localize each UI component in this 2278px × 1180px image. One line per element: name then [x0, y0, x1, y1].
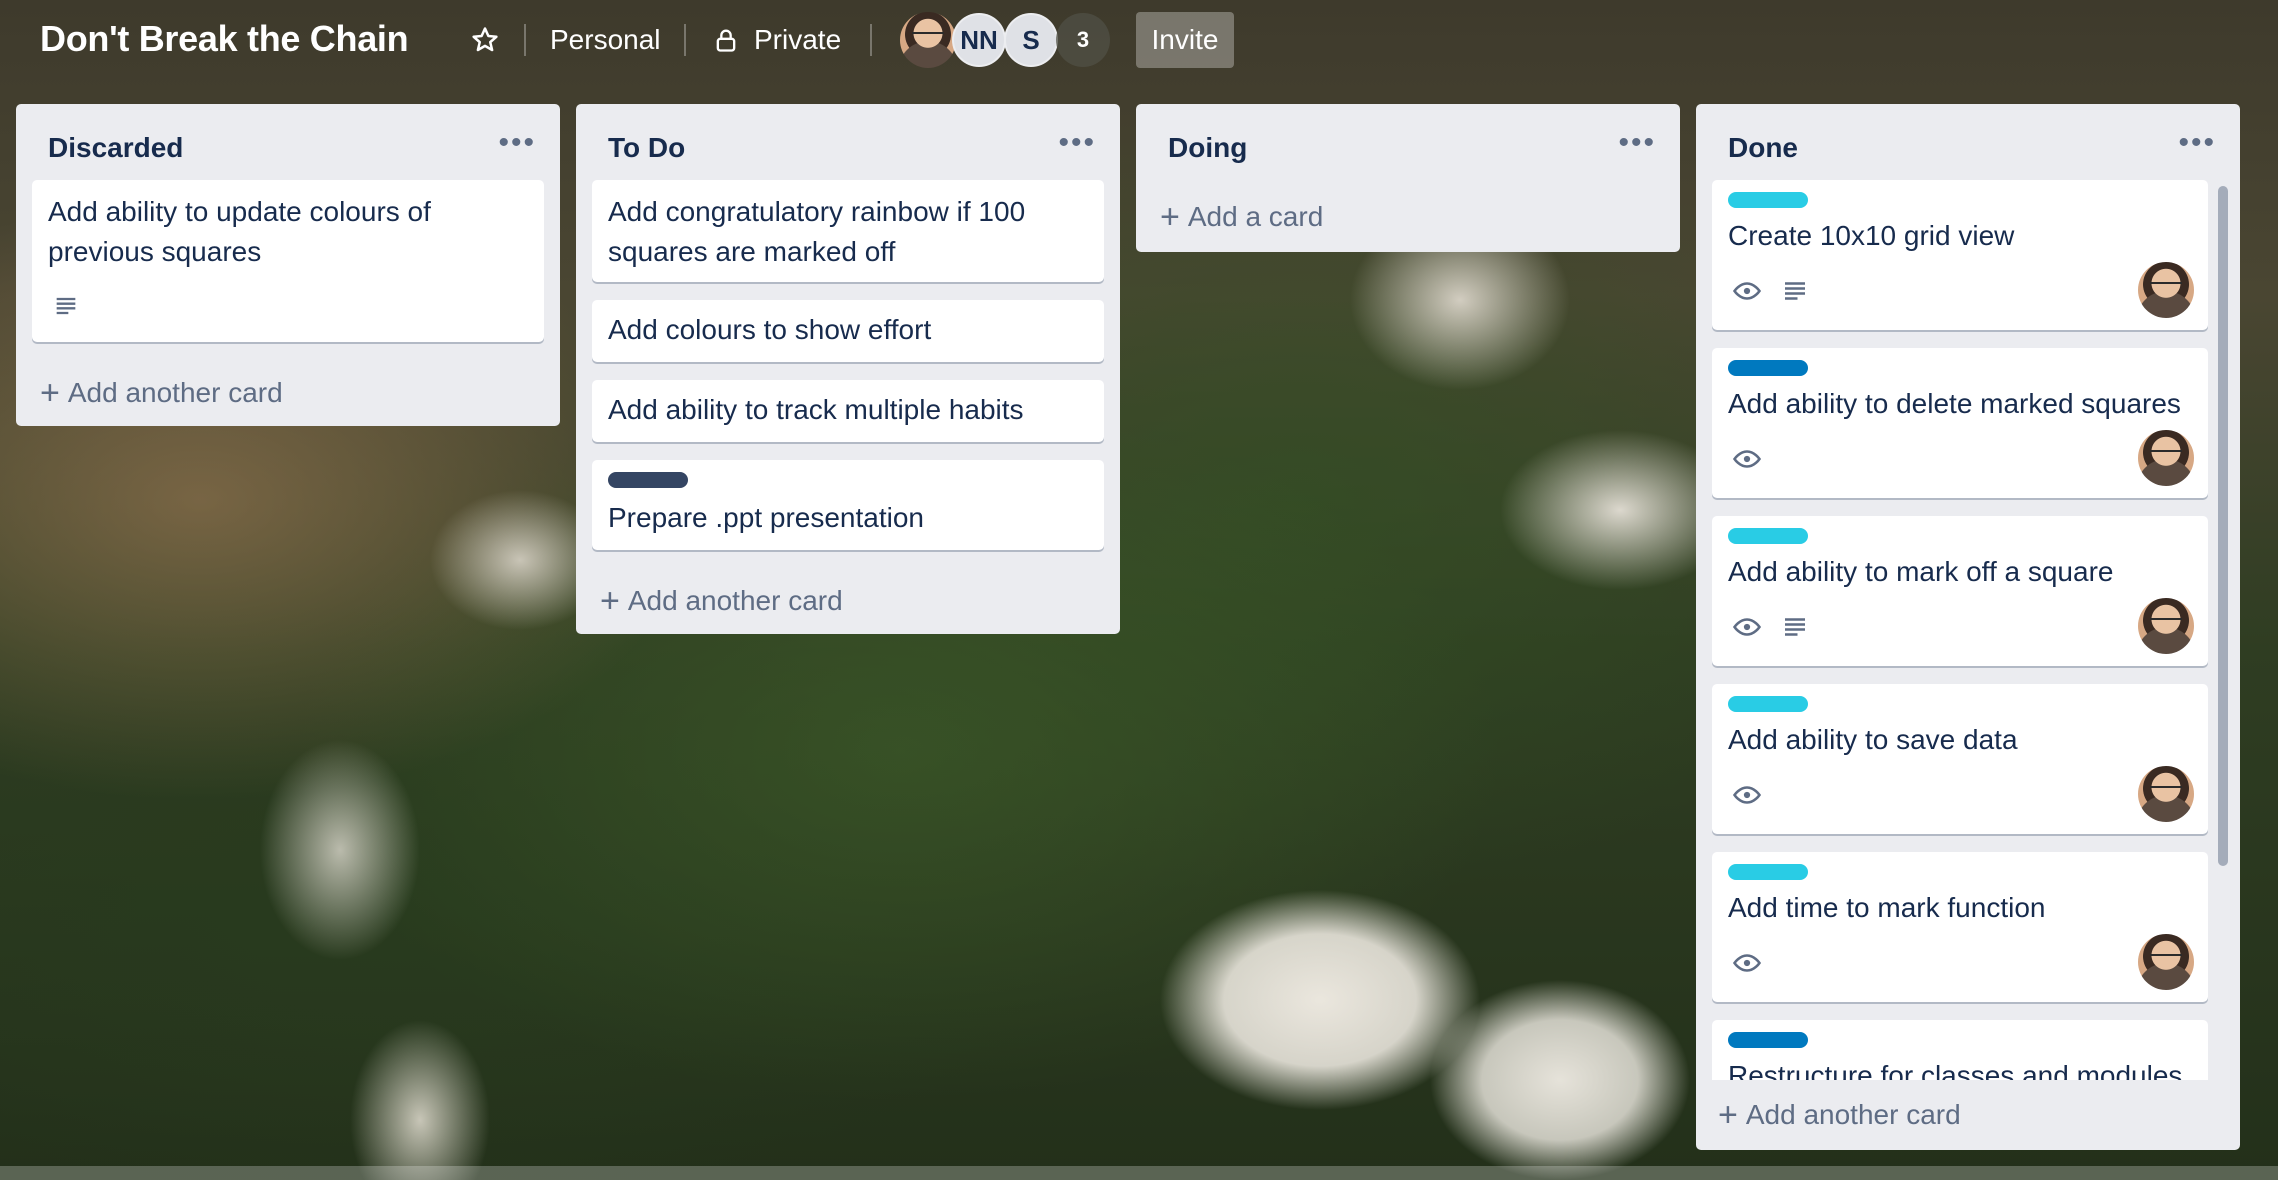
card[interactable]: Prepare .ppt presentation	[592, 460, 1104, 550]
plus-icon: +	[1160, 198, 1180, 236]
list-discarded: Discarded ••• Add ability to update colo…	[16, 104, 560, 426]
card[interactable]: Add ability to save data	[1712, 684, 2208, 834]
description-icon	[1785, 618, 1805, 636]
card-title: Add colours to show effort	[608, 314, 932, 345]
list-menu-button[interactable]: •••	[1058, 126, 1096, 160]
list-title[interactable]: To Do	[608, 132, 685, 164]
card[interactable]: Add colours to show effort	[592, 300, 1104, 362]
list-scrollbar-thumb[interactable]	[2218, 186, 2228, 866]
card-title: Create 10x10 grid view	[1728, 220, 2015, 251]
card-label[interactable]	[1728, 696, 1808, 712]
card-member-avatar[interactable]	[2138, 598, 2194, 654]
watch-icon	[1732, 618, 1762, 636]
card-label[interactable]	[1728, 864, 1808, 880]
card[interactable]: Add congratulatory rainbow if 100 square…	[592, 180, 1104, 282]
watch-icon	[1732, 786, 1762, 804]
card-label[interactable]	[1728, 360, 1808, 376]
card-title: Add ability to track multiple habits	[608, 394, 1024, 425]
card[interactable]: Restructure for classes and modules	[1712, 1020, 2208, 1080]
plus-icon: +	[600, 582, 620, 620]
card[interactable]: Add time to mark function	[1712, 852, 2208, 1002]
plus-icon: +	[1718, 1096, 1738, 1134]
list-title[interactable]: Done	[1728, 132, 1798, 164]
privacy-label: Private	[754, 24, 842, 55]
lock-icon	[716, 29, 736, 52]
team-visibility-label: Personal	[550, 24, 661, 55]
list-done: Done ••• Create 10x10 grid view Add abil…	[1696, 104, 2240, 1150]
list-title[interactable]: Discarded	[48, 132, 183, 164]
card-label[interactable]	[1728, 192, 1808, 208]
card-member-avatar[interactable]	[2138, 430, 2194, 486]
header-divider	[524, 24, 526, 56]
watch-icon	[1732, 450, 1762, 468]
team-visibility-button[interactable]: Personal	[550, 20, 661, 60]
description-icon	[1785, 282, 1805, 300]
card-title: Prepare .ppt presentation	[608, 502, 924, 533]
add-card-button[interactable]: + Add a card	[1160, 198, 1323, 237]
add-card-button[interactable]: + Add another card	[600, 582, 843, 621]
list-menu-button[interactable]: •••	[2178, 126, 2216, 160]
privacy-button[interactable]: Private	[712, 20, 841, 60]
add-card-button[interactable]: + Add another card	[40, 374, 283, 413]
more-icon: •••	[2178, 126, 2216, 159]
member-avatar-nn[interactable]: NN	[952, 13, 1006, 67]
card[interactable]: Add ability to track multiple habits	[592, 380, 1104, 442]
card-title: Add ability to update colours of previou…	[48, 196, 431, 267]
star-icon	[472, 27, 498, 52]
list-title[interactable]: Doing	[1168, 132, 1247, 164]
card[interactable]: Add ability to delete marked squares	[1712, 348, 2208, 498]
list-menu-button[interactable]: •••	[1618, 126, 1656, 160]
board-title[interactable]: Don't Break the Chain	[40, 18, 409, 60]
member-overflow-count[interactable]: 3	[1056, 13, 1110, 67]
card-list: Create 10x10 grid view Add ability to de…	[1696, 180, 2240, 1080]
card-member-avatar[interactable]	[2138, 766, 2194, 822]
card-member-avatar[interactable]	[2138, 934, 2194, 990]
owner-avatar[interactable]	[900, 12, 956, 68]
card-title: Add congratulatory rainbow if 100 square…	[608, 196, 1026, 267]
description-icon	[56, 297, 76, 315]
more-icon: •••	[1618, 126, 1656, 159]
card[interactable]: Create 10x10 grid view	[1712, 180, 2208, 330]
card-member-avatar[interactable]	[2138, 262, 2194, 318]
card-title: Add ability to save data	[1728, 724, 2018, 755]
board-horizontal-scrollbar[interactable]	[0, 1166, 2278, 1180]
member-avatar-s[interactable]: S	[1004, 13, 1058, 67]
header-divider	[870, 24, 872, 56]
card[interactable]: Add ability to mark off a square	[1712, 516, 2208, 666]
add-card-button[interactable]: + Add another card	[1718, 1096, 1961, 1135]
card-title: Restructure for classes and modules	[1728, 1060, 2183, 1080]
watch-icon	[1732, 954, 1762, 972]
invite-button[interactable]: Invite	[1136, 12, 1234, 68]
plus-icon: +	[40, 374, 60, 412]
board-header: Don't Break the Chain Personal Private N…	[0, 0, 2278, 80]
card-title: Add ability to mark off a square	[1728, 556, 2114, 587]
watch-icon	[1732, 282, 1762, 300]
card-title: Add ability to delete marked squares	[1728, 388, 2181, 419]
card-label[interactable]	[1728, 1032, 1808, 1048]
card[interactable]: Add ability to update colours of previou…	[32, 180, 544, 342]
list-to-do: To Do ••• Add congratulatory rainbow if …	[576, 104, 1120, 634]
card-label[interactable]	[1728, 528, 1808, 544]
more-icon: •••	[498, 126, 536, 159]
card-title: Add time to mark function	[1728, 892, 2046, 923]
star-button[interactable]	[470, 20, 500, 60]
more-icon: •••	[1058, 126, 1096, 159]
list-doing: Doing ••• + Add a card	[1136, 104, 1680, 252]
list-menu-button[interactable]: •••	[498, 126, 536, 160]
header-divider	[684, 24, 686, 56]
card-label[interactable]	[608, 472, 688, 488]
